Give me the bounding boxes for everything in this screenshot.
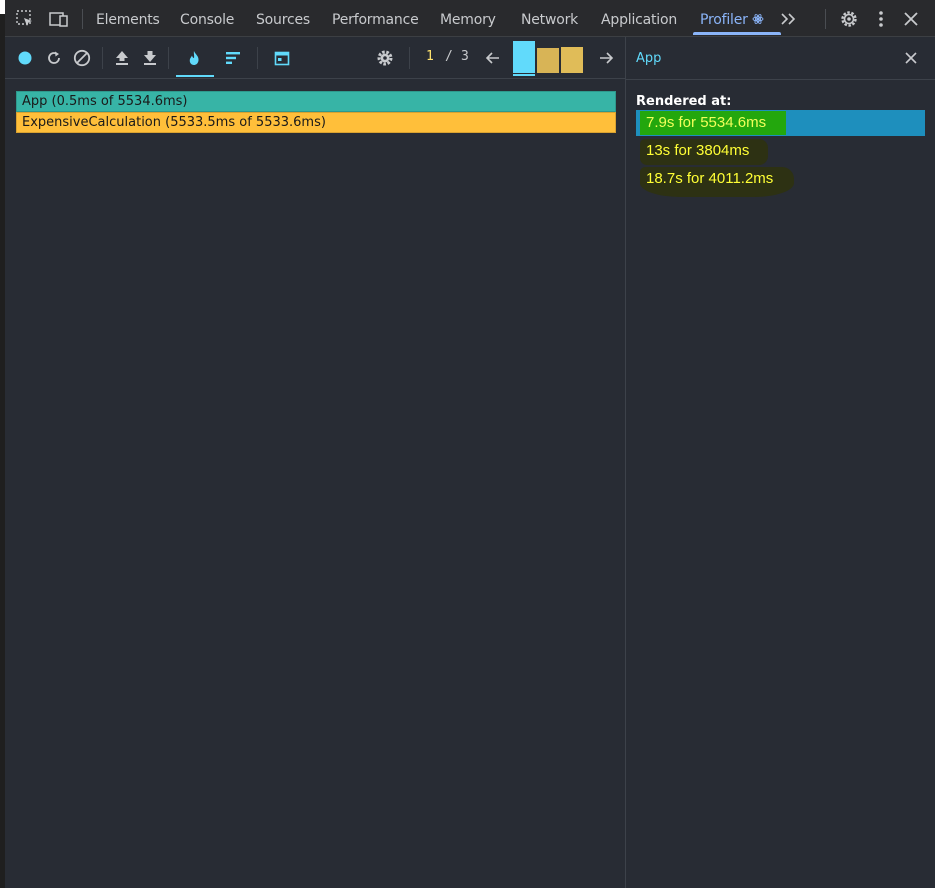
render-entry-text: 13s for 3804ms [646, 142, 750, 159]
rendered-at-label: Rendered at: [636, 94, 732, 109]
tab-performance[interactable]: Performance [332, 0, 419, 37]
divider [102, 47, 103, 69]
tab-application[interactable]: Application [601, 0, 677, 37]
commit-bar[interactable] [537, 48, 559, 73]
commit-total: 3 [461, 49, 469, 64]
load-profile-button[interactable] [112, 47, 132, 69]
divider [82, 9, 83, 29]
render-entry[interactable]: 13s for 3804ms [636, 138, 776, 165]
tab-profiler-label: Profiler [700, 12, 748, 28]
active-chart-indicator [176, 75, 214, 77]
commit-bar[interactable] [561, 47, 583, 73]
upload-icon [116, 51, 128, 65]
record-dot-icon [18, 51, 32, 65]
close-sidebar-button[interactable] [902, 49, 920, 67]
commit-current: 1 [426, 49, 434, 64]
timeline-button[interactable] [272, 47, 292, 69]
selected-commit-indicator [513, 74, 535, 76]
close-devtools-icon[interactable] [900, 8, 922, 30]
profiler-settings-button[interactable] [375, 47, 395, 69]
flame-node-app[interactable]: App (0.5ms of 5534.6ms) [16, 91, 616, 112]
render-entry-selected[interactable]: 7.9s for 5534.6ms [636, 110, 925, 136]
settings-gear-icon[interactable] [838, 8, 860, 30]
reload-and-profile-button[interactable] [44, 47, 64, 69]
previous-commit-button[interactable] [483, 47, 503, 69]
flame-icon [189, 51, 199, 65]
clear-profiling-button[interactable] [72, 47, 92, 69]
devtools-tab-bar: Elements Console Sources Performance Mem… [5, 0, 935, 37]
selected-component-name: App [636, 51, 662, 66]
ranked-bars-icon [226, 52, 240, 64]
divider [168, 47, 169, 69]
reload-icon [48, 51, 60, 64]
close-icon [905, 52, 917, 64]
tab-sources[interactable]: Sources [256, 0, 310, 37]
tab-memory[interactable]: Memory [440, 0, 496, 37]
commit-selector[interactable] [513, 41, 583, 77]
render-entry[interactable]: 18.7s for 4011.2ms [636, 166, 806, 197]
ranked-chart-button[interactable] [223, 47, 243, 69]
sidebar-header: App [626, 37, 935, 80]
tab-network[interactable]: Network [521, 0, 578, 37]
flame-node-expensive-calculation[interactable]: ExpensiveCalculation (5533.5ms of 5533.6… [16, 112, 616, 133]
window-edge [0, 0, 5, 888]
download-icon [144, 51, 156, 65]
tab-console[interactable]: Console [180, 0, 234, 37]
commit-separator: / [445, 49, 453, 64]
divider [257, 47, 258, 69]
react-logo-icon [752, 14, 764, 24]
divider [825, 9, 826, 29]
record-button[interactable] [15, 47, 35, 69]
calendar-icon [274, 51, 290, 66]
more-options-kebab-icon[interactable] [870, 8, 892, 30]
clear-icon [73, 49, 91, 67]
arrow-left-icon [485, 52, 499, 64]
commit-bar[interactable] [513, 41, 535, 73]
profiler-toolbar: 1 / 3 [5, 37, 625, 79]
panel-divider [625, 37, 626, 888]
active-tab-indicator [693, 32, 781, 35]
divider [409, 47, 410, 69]
gear-icon [377, 50, 393, 66]
next-commit-button[interactable] [596, 47, 616, 69]
flamegraph-chart-button[interactable] [184, 47, 204, 69]
render-entry-text: 7.9s for 5534.6ms [646, 114, 767, 131]
render-entry-text: 18.7s for 4011.2ms [646, 170, 774, 187]
tab-elements[interactable]: Elements [96, 0, 160, 37]
arrow-right-icon [600, 52, 614, 64]
inspect-element-icon[interactable] [14, 8, 36, 30]
more-tabs-chevron-icon[interactable] [777, 8, 799, 30]
device-toolbar-icon[interactable] [48, 8, 70, 30]
save-profile-button[interactable] [140, 47, 160, 69]
